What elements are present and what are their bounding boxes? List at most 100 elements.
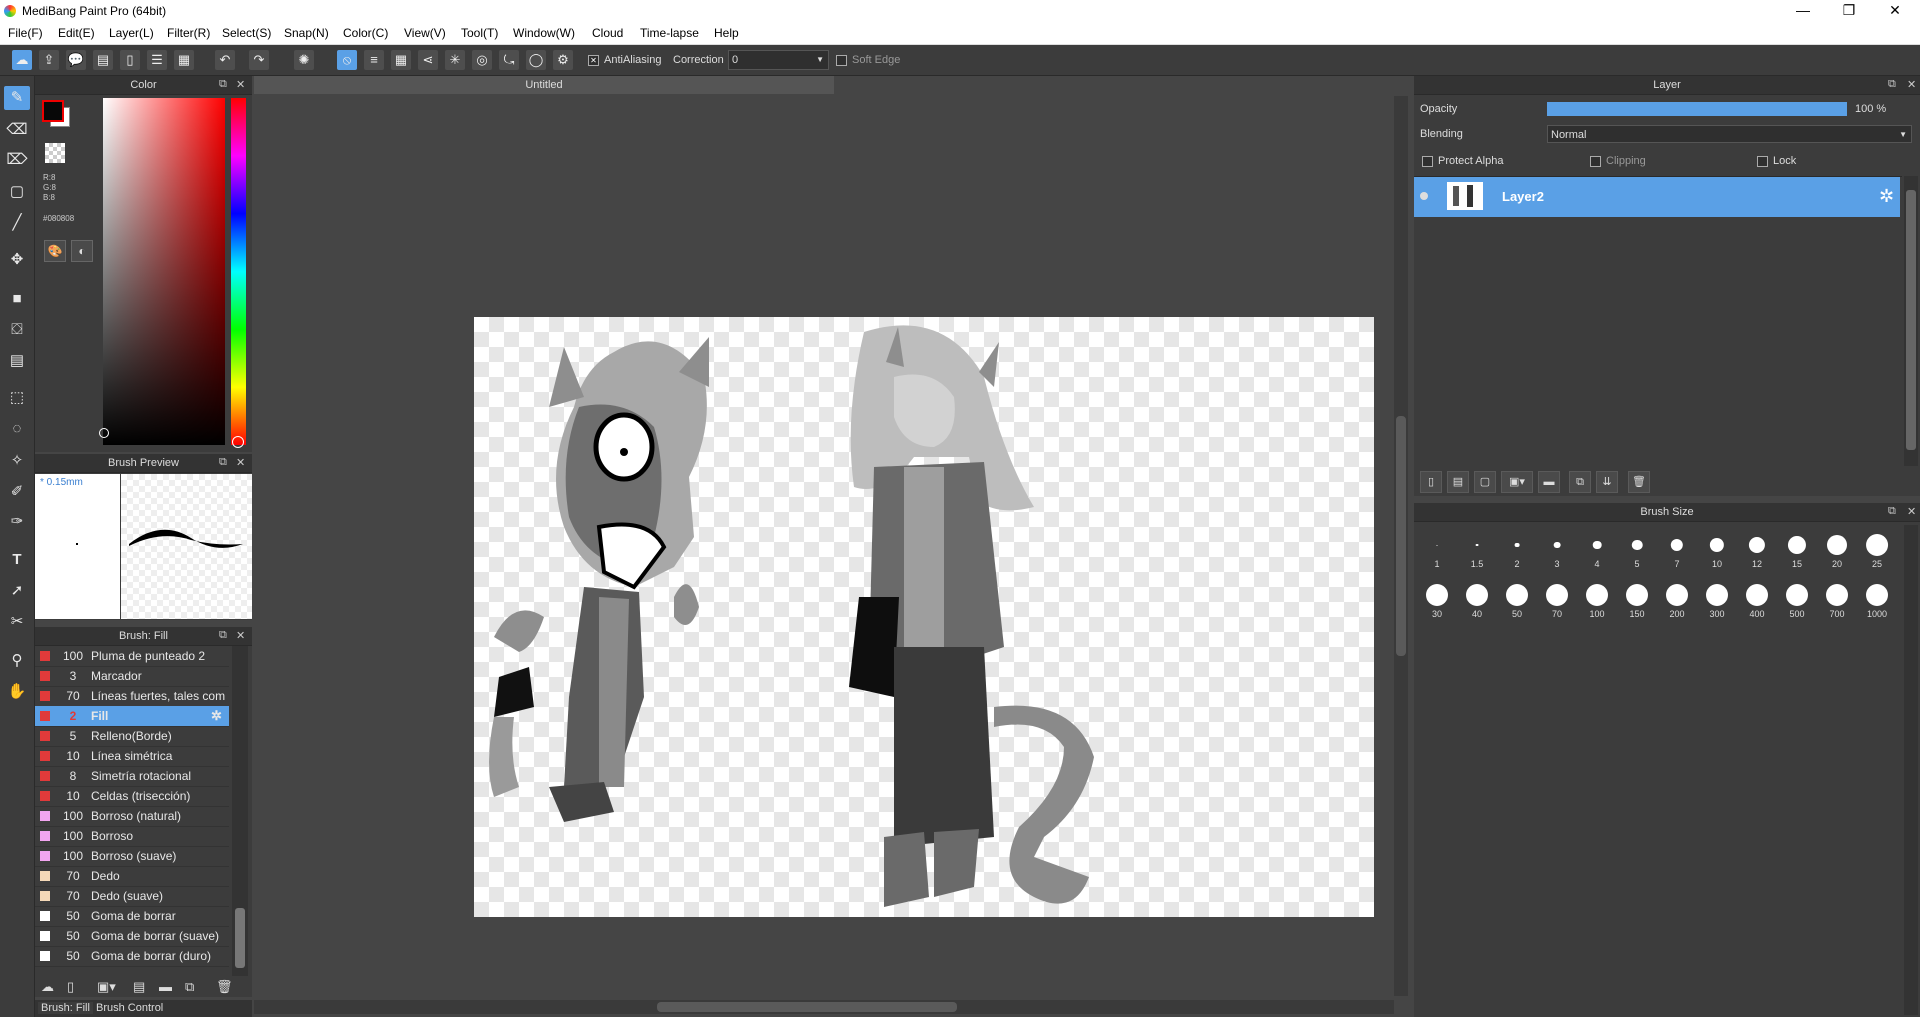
- parallel-snap-icon[interactable]: ≡: [364, 50, 384, 70]
- brush-size-option[interactable]: 700: [1818, 575, 1856, 621]
- gradient-tool-icon[interactable]: ▤: [4, 349, 30, 373]
- eyedropper-tool-icon[interactable]: ⚲: [4, 649, 30, 673]
- brush-list-item[interactable]: 50 Goma de borrar (duro): [35, 946, 229, 967]
- brush-size-option[interactable]: 200: [1658, 575, 1696, 621]
- primary-color-swatch[interactable]: [42, 100, 64, 122]
- menu-window[interactable]: Window(W): [513, 26, 575, 40]
- line-tool-icon[interactable]: ╱: [4, 211, 30, 235]
- transparent-color-swatch[interactable]: [45, 143, 65, 163]
- close-panel-icon[interactable]: ✕: [236, 456, 245, 469]
- select-pen-tool-icon[interactable]: ✐: [4, 480, 30, 504]
- close-button[interactable]: ✕: [1872, 0, 1918, 22]
- brush-size-option[interactable]: 3: [1538, 525, 1576, 571]
- correction-select[interactable]: 0 ▼: [728, 50, 829, 70]
- tab-brush-control[interactable]: Brush Control: [96, 1002, 163, 1014]
- brush-size-option[interactable]: 500: [1778, 575, 1816, 621]
- merge-layer-icon[interactable]: ⇊: [1596, 471, 1618, 493]
- brush-size-option[interactable]: 10: [1698, 525, 1736, 571]
- concentric-snap-icon[interactable]: ◎: [472, 50, 492, 70]
- tab-brush-fill[interactable]: Brush: Fill: [38, 1002, 93, 1014]
- menu-help[interactable]: Help: [714, 26, 739, 40]
- menu-select[interactable]: Select(S): [222, 26, 271, 40]
- magic-wand-tool-icon[interactable]: ✧: [4, 449, 30, 473]
- brush-list-item[interactable]: 2 Fill ✲: [35, 706, 229, 727]
- layer-settings-gear-icon[interactable]: ✲: [1879, 186, 1894, 207]
- menu-color[interactable]: Color(C): [343, 26, 388, 40]
- brush-size-option[interactable]: 25: [1858, 525, 1896, 571]
- brush-list-item[interactable]: 70 Líneas fuertes, tales com: [35, 686, 229, 707]
- select-eraser-tool-icon[interactable]: ✑: [4, 510, 30, 534]
- layer-add-menu-icon[interactable]: ▣▾: [1501, 471, 1533, 493]
- drawing-canvas[interactable]: [474, 317, 1374, 917]
- brush-list-item[interactable]: 10 Celdas (trisección): [35, 786, 229, 807]
- brush-size-option[interactable]: 70: [1538, 575, 1576, 621]
- brush-settings-icon[interactable]: ▤: [133, 979, 153, 999]
- blending-select[interactable]: Normal ▼: [1547, 125, 1912, 143]
- horizontal-scroll-thumb[interactable]: [657, 1002, 957, 1012]
- document-tab[interactable]: Untitled: [254, 76, 834, 94]
- delete-layer-icon[interactable]: 🗑: [1628, 471, 1650, 493]
- menu-edit[interactable]: Edit(E): [58, 26, 95, 40]
- divide-tool-icon[interactable]: ✂: [4, 610, 30, 634]
- brush-size-option[interactable]: 50: [1498, 575, 1536, 621]
- selection-show-icon[interactable]: ✺: [294, 50, 314, 70]
- new-1bit-layer-icon[interactable]: ▢: [1474, 471, 1496, 493]
- undock-icon[interactable]: ⧉: [1888, 78, 1896, 91]
- speech-bubble-icon[interactable]: ▤: [93, 50, 113, 70]
- shape-tool-icon[interactable]: ▢: [4, 180, 30, 204]
- brush-list-scrollbar[interactable]: [232, 646, 248, 976]
- layer-row[interactable]: Layer2 ✲: [1414, 177, 1900, 217]
- undo-icon[interactable]: ↶: [215, 50, 235, 70]
- brush-list-item[interactable]: 100 Borroso (natural): [35, 806, 229, 827]
- menu-cloud[interactable]: Cloud: [592, 26, 623, 40]
- cloud-icon[interactable]: ☁: [12, 50, 32, 70]
- brush-settings-gear-icon[interactable]: ✲: [211, 706, 222, 726]
- horizontal-scrollbar[interactable]: [254, 1000, 1394, 1014]
- menu-filter[interactable]: Filter(R): [167, 26, 210, 40]
- layer-folder-icon[interactable]: ▬: [1538, 471, 1560, 493]
- new-halftone-layer-icon[interactable]: ▤: [1447, 471, 1469, 493]
- brush-size-scrollbar[interactable]: [1904, 525, 1918, 1015]
- perspective-snap-icon[interactable]: ⋖: [418, 50, 438, 70]
- text-tool-icon[interactable]: T: [4, 548, 30, 572]
- brush-list-item[interactable]: 100 Borroso: [35, 826, 229, 847]
- page-icon[interactable]: ▯: [120, 50, 140, 70]
- comic-frame-icon[interactable]: ▦: [174, 50, 194, 70]
- maximize-button[interactable]: ❐: [1826, 0, 1872, 22]
- lasso-tool-icon[interactable]: ◌: [4, 417, 30, 441]
- duplicate-brush-icon[interactable]: ⧉: [185, 979, 205, 999]
- upload-icon[interactable]: ⇪: [39, 50, 59, 70]
- undock-icon[interactable]: ⧉: [219, 456, 227, 469]
- layer-scroll-thumb[interactable]: [1906, 190, 1916, 450]
- minimize-button[interactable]: —: [1780, 0, 1826, 22]
- new-layer-icon[interactable]: ▯: [1420, 471, 1442, 493]
- saturation-value-picker[interactable]: [99, 98, 225, 445]
- clipping-checkbox[interactable]: Clipping: [1590, 155, 1646, 167]
- eraser-tool-icon[interactable]: ⌫: [4, 118, 30, 142]
- brush-size-option[interactable]: 12: [1738, 525, 1776, 571]
- page-list-icon[interactable]: ☰: [147, 50, 167, 70]
- add-brush-icon[interactable]: ▯: [67, 979, 87, 999]
- antialiasing-checkbox[interactable]: ✕ AntiAliasing: [588, 54, 661, 66]
- palette-edit-icon[interactable]: ◐: [71, 240, 93, 262]
- brush-size-option[interactable]: 4: [1578, 525, 1616, 571]
- undock-icon[interactable]: ⧉: [219, 78, 227, 91]
- menu-view[interactable]: View(V): [404, 26, 446, 40]
- menu-timelapse[interactable]: Time-lapse: [640, 26, 699, 40]
- brush-size-option[interactable]: 1.5: [1458, 525, 1496, 571]
- cloud-brush-icon[interactable]: ☁: [41, 979, 61, 999]
- brush-list-item[interactable]: 10 Línea simétrica: [35, 746, 229, 767]
- brush-size-option[interactable]: 100: [1578, 575, 1616, 621]
- brush-size-option[interactable]: 30: [1418, 575, 1456, 621]
- eye-icon[interactable]: [1420, 192, 1428, 200]
- palette-icon[interactable]: 🎨: [44, 240, 66, 262]
- brush-list-item[interactable]: 3 Marcador: [35, 666, 229, 687]
- brush-list-item[interactable]: 5 Relleno(Borde): [35, 726, 229, 747]
- radial-snap-icon[interactable]: ✳: [445, 50, 465, 70]
- move-tool-icon[interactable]: ✥: [4, 248, 30, 272]
- operation-tool-icon[interactable]: ➚: [4, 579, 30, 603]
- layer-list-scrollbar[interactable]: [1904, 176, 1918, 466]
- bucket-tool-icon[interactable]: ⛋: [4, 318, 30, 342]
- brush-size-option[interactable]: 2: [1498, 525, 1536, 571]
- brush-size-option[interactable]: 400: [1738, 575, 1776, 621]
